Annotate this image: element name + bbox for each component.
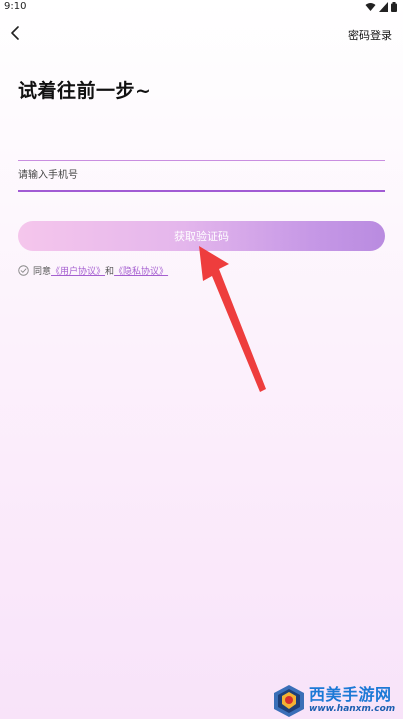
privacy-policy-link[interactable]: 《隐私协议》 (114, 264, 168, 277)
check-circle-icon[interactable] (18, 265, 29, 276)
phone-input[interactable] (18, 161, 385, 190)
wifi-icon (365, 3, 376, 11)
watermark: 西美手游网 www.hanxm.com (272, 682, 403, 719)
watermark-text: 西美手游网 www.hanxm.com (309, 687, 395, 714)
annotation-arrow (199, 246, 266, 392)
phone-field[interactable] (18, 160, 385, 192)
get-code-button[interactable]: 获取验证码 (18, 221, 385, 251)
user-agreement-link[interactable]: 《用户协议》 (51, 264, 105, 277)
page-title: 试着往前一步~ (18, 80, 152, 102)
watermark-logo-icon (274, 684, 304, 717)
chevron-left-icon (11, 26, 19, 40)
annotation-arrow-shape (199, 246, 266, 392)
agreement-and: 和 (105, 267, 115, 277)
watermark-url: www.hanxm.com (309, 704, 396, 714)
password-login-link[interactable]: 密码登录 (348, 27, 392, 43)
status-bar: 9:10 (0, 0, 403, 16)
signal-icon (379, 2, 388, 12)
back-button[interactable] (6, 24, 24, 42)
agreement-prefix: 同意 (33, 267, 52, 277)
agreement-row: 同意 《用户协议》 和 《隐私协议》 (18, 264, 168, 277)
watermark-name: 西美手游网 (309, 685, 392, 704)
status-time: 9:10 (4, 1, 27, 12)
status-icons (365, 2, 397, 12)
battery-icon (391, 2, 397, 12)
